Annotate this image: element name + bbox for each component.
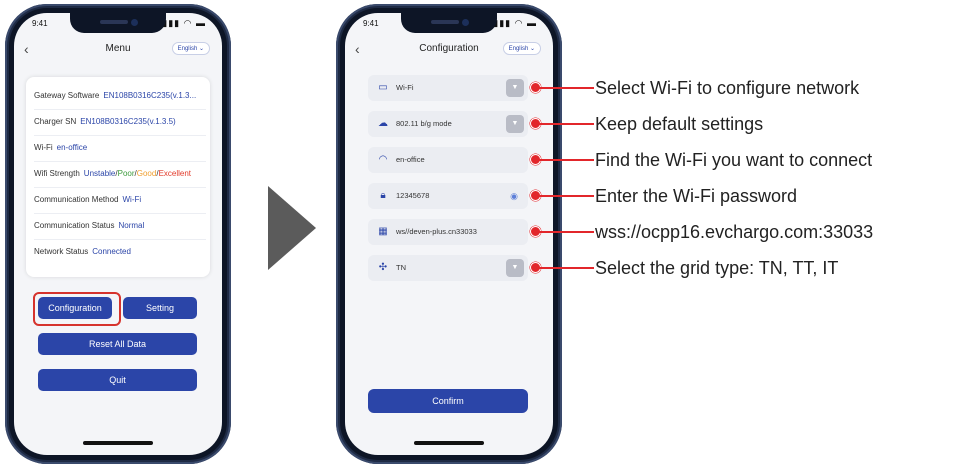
info-row-network-status: Network Status Connected: [34, 247, 131, 256]
callout-line: [538, 159, 594, 161]
callout-default-settings: Keep default settings: [595, 114, 764, 134]
callout-line: [538, 123, 594, 125]
wifi-mode-icon: ☁: [378, 118, 388, 129]
info-row-wifi-strength: Wifi Strength Unstable/Poor/Good/Excellen…: [34, 161, 206, 188]
info-row-comm-status: Communication Status Normal: [34, 213, 206, 240]
navbar: ‹ Configuration English ⌄: [345, 39, 553, 61]
signal-wifi-battery-icon: ▮▮▮ ◠ ▬: [493, 18, 537, 28]
wifi-password-field[interactable]: 🔒︎ 12345678 ◉: [368, 183, 528, 209]
wifi-icon: ◠: [378, 154, 388, 165]
navbar: ‹ Menu English ⌄: [14, 39, 222, 61]
menu-screen: 9:41 ▮▮▮ ◠ ▬ ‹ Menu English ⌄ Gateway So…: [14, 13, 222, 455]
tablet-icon: ▭: [378, 82, 388, 93]
callout-line: [538, 267, 594, 269]
right-phone: 9:41 ▮▮▮ ◠ ▬ ‹ Configuration English ⌄ ▭…: [336, 4, 562, 464]
language-selector[interactable]: English ⌄: [502, 42, 541, 55]
home-indicator: [414, 441, 484, 445]
grid-type-select[interactable]: ✣ TN ▼: [368, 255, 528, 281]
configuration-button[interactable]: Configuration: [38, 297, 112, 319]
dropdown-arrow-icon[interactable]: ▼: [506, 115, 524, 133]
next-step-arrow-icon: [268, 186, 316, 270]
status-time: 9:41: [363, 19, 379, 28]
info-row-charger-sn: Charger SN EN108B0316C235(v.1.3.5): [34, 109, 206, 136]
signal-wifi-battery-icon: ▮▮▮ ◠ ▬: [162, 18, 206, 28]
info-row-wifi: Wi-Fi en-office: [34, 135, 206, 162]
notch: [70, 13, 166, 33]
info-row-gateway: Gateway Software EN108B0316C235(v.1.3...: [34, 83, 206, 110]
configuration-screen: 9:41 ▮▮▮ ◠ ▬ ‹ Configuration English ⌄ ▭…: [345, 13, 553, 455]
callout-select-wifi: Select Wi-Fi to configure network: [595, 78, 860, 98]
left-phone: 9:41 ▮▮▮ ◠ ▬ ‹ Menu English ⌄ Gateway So…: [5, 4, 231, 464]
callout-password: Enter the Wi-Fi password: [595, 186, 798, 206]
grid-icon: ✣: [378, 262, 388, 273]
confirm-button[interactable]: Confirm: [368, 389, 528, 413]
callout-grid-type: Select the grid type: TN, TT, IT: [595, 258, 839, 278]
dropdown-arrow-icon[interactable]: ▼: [506, 79, 524, 97]
lock-icon: 🔒︎: [380, 190, 386, 201]
home-indicator: [83, 441, 153, 445]
callout-server-url: wss://ocpp16.evchargo.com:33033: [595, 222, 874, 242]
server-icon: ▦: [378, 226, 388, 237]
wifi-mode-select[interactable]: ☁ 802.11 b/g mode ▼: [368, 111, 528, 137]
info-card: Gateway Software EN108B0316C235(v.1.3... …: [26, 77, 210, 277]
notch: [401, 13, 497, 33]
chevron-down-icon: ⌄: [197, 46, 204, 52]
status-time: 9:41: [32, 19, 48, 28]
language-selector[interactable]: English ⌄: [171, 42, 210, 55]
reset-all-data-button[interactable]: Reset All Data: [38, 333, 197, 355]
dropdown-arrow-icon[interactable]: ▼: [506, 259, 524, 277]
chevron-down-icon: ⌄: [528, 46, 535, 52]
network-type-select[interactable]: ▭ Wi-Fi ▼: [368, 75, 528, 101]
server-url-field[interactable]: ▦ ws//deven-plus.cn33033: [368, 219, 528, 245]
setting-button[interactable]: Setting: [123, 297, 197, 319]
eye-icon[interactable]: ◉: [510, 183, 518, 209]
wifi-ssid-field[interactable]: ◠ en-office: [368, 147, 528, 173]
quit-button[interactable]: Quit: [38, 369, 197, 391]
callout-line: [538, 231, 594, 233]
callout-line: [538, 195, 594, 197]
callout-find-wifi: Find the Wi-Fi you want to connect: [595, 150, 873, 170]
info-row-comm-method: Communication Method Wi-Fi: [34, 187, 206, 214]
callout-line: [538, 87, 594, 89]
